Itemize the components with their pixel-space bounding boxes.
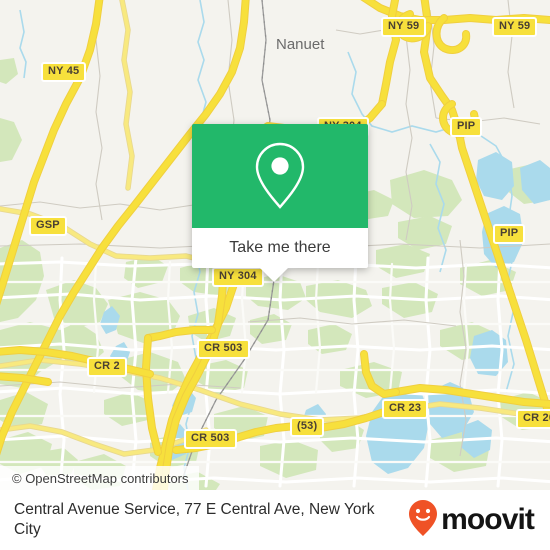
road-shield-pip-b[interactable]: PIP [493, 224, 526, 244]
popup-action-bar[interactable]: Take me there [192, 228, 368, 268]
moovit-pin-icon [408, 499, 438, 542]
moovit-logo[interactable]: moovit [408, 499, 535, 542]
map-canvas[interactable]: .land { fill:#f4f3ee; } .green { fill:#d… [0, 0, 550, 490]
attribution-text: © OpenStreetMap contributors [12, 470, 189, 486]
road-shield-53[interactable]: (53) [290, 417, 325, 437]
road-shield-pip-a[interactable]: PIP [450, 117, 483, 137]
take-me-there-label: Take me there [229, 239, 331, 256]
road-shield-cr20[interactable]: CR 20 [516, 409, 550, 429]
footer-bar: Central Avenue Service, 77 E Central Ave… [0, 490, 550, 550]
road-shield-cr503-a[interactable]: CR 503 [197, 339, 250, 359]
road-shield-cr2[interactable]: CR 2 [87, 357, 127, 377]
location-address-text: Central Avenue Service, 77 E Central Ave… [14, 500, 375, 538]
road-shield-ny59-b[interactable]: NY 59 [492, 17, 538, 37]
location-popup[interactable]: Take me there [192, 124, 368, 282]
road-shield-ny45[interactable]: NY 45 [41, 62, 87, 82]
road-shield-ny59-a[interactable]: NY 59 [381, 17, 427, 37]
place-label-nanuet: Nanuet [276, 36, 325, 53]
map-screenshot: .land { fill:#f4f3ee; } .green { fill:#d… [0, 0, 550, 550]
road-shield-gsp[interactable]: GSP [29, 216, 67, 236]
moovit-wordmark: moovit [441, 503, 535, 536]
map-attribution[interactable]: © OpenStreetMap contributors [0, 466, 199, 490]
road-shield-ny304-b[interactable]: NY 304 [212, 267, 264, 287]
road-shield-cr23[interactable]: CR 23 [382, 399, 429, 419]
popup-icon-area [192, 124, 368, 228]
map-pin-icon [253, 141, 307, 211]
road-shield-cr503-b[interactable]: CR 503 [184, 429, 237, 449]
popup-tail [260, 268, 288, 282]
